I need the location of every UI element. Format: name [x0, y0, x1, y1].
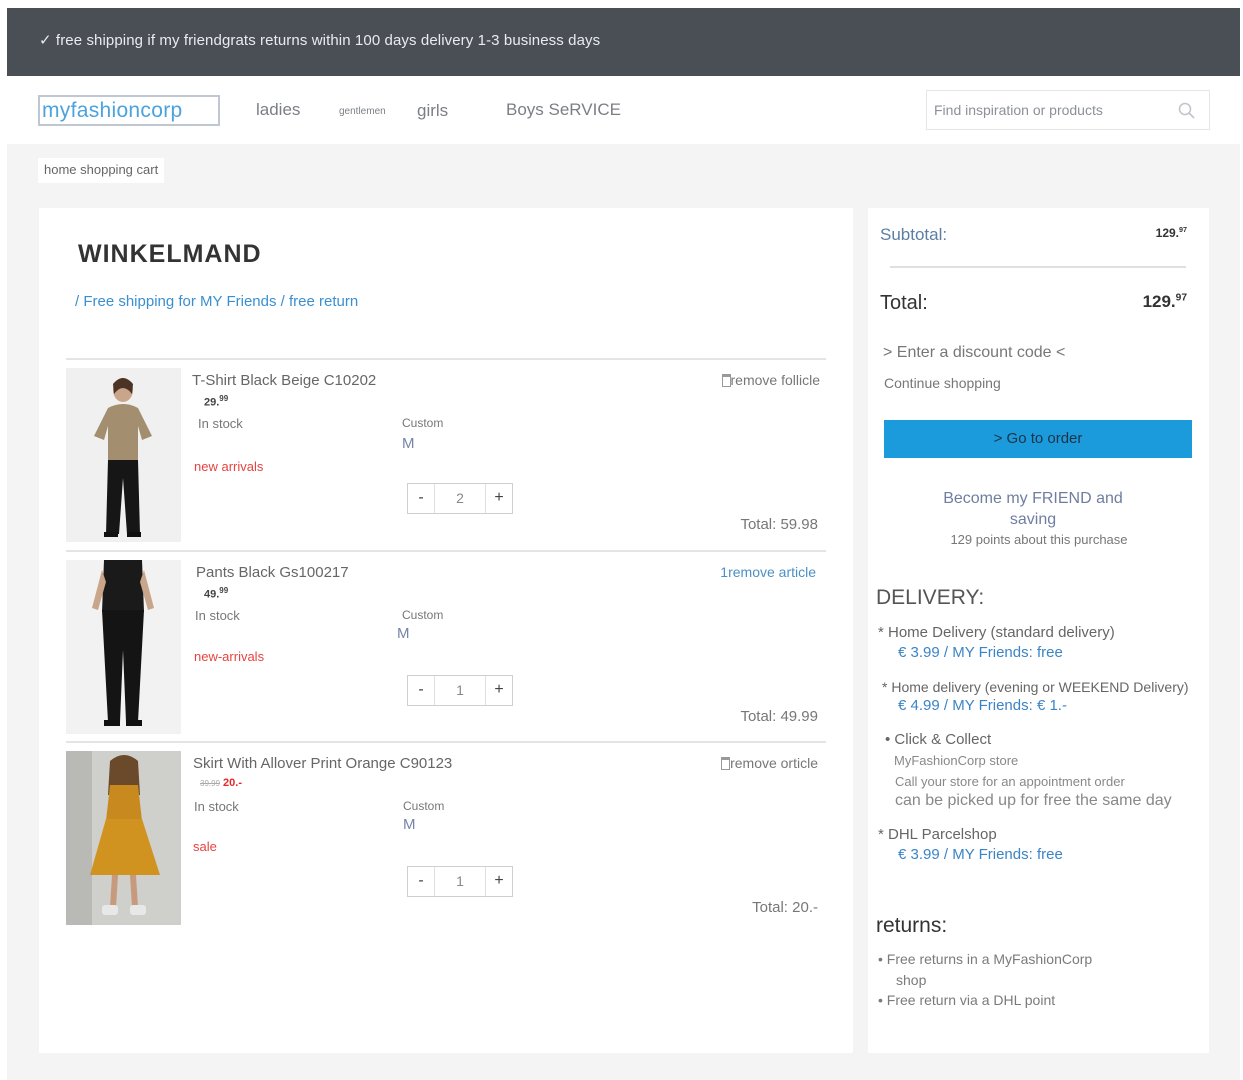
- product-name[interactable]: Skirt With Allover Print Orange C90123: [193, 755, 452, 772]
- page-title: WINKELMAND: [78, 240, 262, 268]
- breadcrumb[interactable]: home shopping cart: [38, 158, 165, 183]
- remove-button[interactable]: remove follicle: [721, 372, 820, 388]
- qty-decrease-button[interactable]: -: [408, 867, 434, 896]
- stock-status: In stock: [198, 416, 243, 431]
- click-collect-store: MyFashionCorp store: [894, 753, 1019, 768]
- logo[interactable]: myfashioncorp: [38, 95, 220, 126]
- qty-increase-button[interactable]: +: [486, 484, 512, 513]
- summary-divider: [890, 266, 1186, 268]
- product-tag: new-arrivals: [194, 649, 265, 664]
- continue-shopping-link[interactable]: Continue shopping: [884, 375, 1001, 391]
- search-icon[interactable]: [1177, 101, 1197, 121]
- remove-label: remove follicle: [730, 372, 820, 388]
- delivery-option-click-collect: • Click & Collect: [885, 731, 992, 748]
- search-placeholder: Find inspiration or products: [934, 102, 1103, 118]
- become-line-2: saving: [1009, 511, 1057, 528]
- qty-increase-button[interactable]: +: [486, 867, 512, 896]
- total-label: Total:: [880, 292, 928, 314]
- nav-item-gentlemen[interactable]: gentlemen: [339, 106, 386, 117]
- size-select[interactable]: M: [402, 435, 415, 452]
- returns-option-dhl: • Free return via a DHL point: [878, 992, 1056, 1008]
- product-tag: new arrivals: [194, 459, 264, 474]
- qty-value[interactable]: 2: [434, 484, 486, 513]
- remove-button[interactable]: remove orticle: [721, 755, 818, 771]
- item-divider: [66, 741, 826, 743]
- become-friend-link[interactable]: Become my FRIEND and saving: [898, 488, 1168, 530]
- delivery-option-home-standard: * Home Delivery (standard delivery): [878, 624, 1115, 641]
- qty-increase-button[interactable]: +: [486, 676, 512, 705]
- search-input[interactable]: Find inspiration or products: [926, 90, 1210, 130]
- delivery-heading: DELIVERY:: [876, 586, 985, 609]
- qty-value[interactable]: 1: [434, 867, 486, 896]
- returns-option-shop: • Free returns in a MyFashionCorp shop: [878, 951, 1093, 988]
- size-select[interactable]: M: [403, 816, 416, 833]
- become-line-1: Become my FRIEND and: [943, 490, 1123, 507]
- product-name[interactable]: T-Shirt Black Beige C10202: [192, 372, 376, 389]
- quantity-stepper: - 1 +: [407, 866, 513, 897]
- delivery-price-home-standard: € 3.99 / MY Friends: free: [898, 644, 1063, 661]
- nav-item-girls[interactable]: girls: [417, 101, 448, 121]
- size-select[interactable]: M: [397, 625, 410, 642]
- size-label: Custom: [402, 416, 444, 430]
- stock-status: In stock: [194, 799, 239, 814]
- product-tag: sale: [193, 839, 217, 854]
- item-divider: [66, 358, 826, 360]
- product-name[interactable]: Pants Black Gs100217: [196, 564, 349, 581]
- line-total: Total: 59.98: [740, 516, 818, 533]
- delivery-option-home-evening: * Home delivery (evening or WEEKEND Deli…: [882, 679, 1189, 695]
- product-image[interactable]: [66, 368, 181, 542]
- qty-value[interactable]: 1: [434, 676, 486, 705]
- stock-status: In stock: [195, 608, 240, 623]
- trash-icon: [721, 374, 731, 387]
- line-total: Total: 49.99: [740, 708, 818, 725]
- discount-code-link[interactable]: > Enter a discount code <: [883, 344, 1065, 362]
- returns-heading: returns:: [876, 914, 948, 937]
- total-value: 129.97: [1142, 292, 1187, 311]
- click-collect-pickup: can be picked up for free the same day: [895, 792, 1172, 809]
- cart-item: Skirt With Allover Print Orange C90123 3…: [66, 741, 826, 933]
- trash-icon: [721, 757, 731, 770]
- size-label: Custom: [402, 608, 444, 622]
- product-price: 49.99: [204, 586, 229, 601]
- product-price: 39.99 20.-: [200, 777, 242, 789]
- line-total: Total: 20.-: [752, 899, 818, 916]
- cart-item: Pants Black Gs100217 49.99 In stock new-…: [66, 550, 826, 742]
- delivery-option-dhl: * DHL Parcelshop: [878, 826, 997, 843]
- total-row: Total: 129.97: [880, 292, 1187, 315]
- nav-item-ladies[interactable]: ladies: [256, 100, 300, 120]
- cart-item: T-Shirt Black Beige C10202 29.99 In stoc…: [66, 358, 826, 550]
- product-image[interactable]: [66, 751, 181, 925]
- points-info: 129 points about this purchase: [950, 532, 1128, 547]
- shipping-note: / Free shipping for MY Friends / free re…: [75, 293, 359, 310]
- nav-item-boys-service[interactable]: Boys SeRVICE: [506, 100, 621, 120]
- qty-decrease-button[interactable]: -: [408, 484, 434, 513]
- delivery-price-dhl: € 3.99 / MY Friends: free: [898, 846, 1063, 863]
- remove-button[interactable]: 1remove article: [720, 564, 816, 580]
- go-to-order-button[interactable]: > Go to order: [884, 420, 1192, 458]
- product-image[interactable]: [66, 560, 181, 734]
- product-price: 29.99: [204, 394, 229, 409]
- item-divider: [66, 550, 826, 552]
- quantity-stepper: - 2 +: [407, 483, 513, 514]
- size-label: Custom: [403, 799, 445, 813]
- subtotal-value: 129.97: [1155, 225, 1187, 240]
- subtotal-label: Subtotal:: [880, 225, 948, 244]
- cart-panel: WINKELMAND / Free shipping for MY Friend…: [39, 208, 853, 1053]
- main-nav: myfashioncorp ladies gentlemen girls Boy…: [7, 76, 1240, 144]
- subtotal-row: Subtotal: 129.97: [880, 225, 1187, 245]
- promo-message: ✓ free shipping if my friendgrats return…: [39, 32, 601, 49]
- order-summary: Subtotal: 129.97 Total: 129.97 > Enter a…: [868, 208, 1209, 1053]
- delivery-price-home-evening: € 4.99 / MY Friends: € 1.-: [898, 697, 1067, 714]
- promo-bar: ✓ free shipping if my friendgrats return…: [7, 8, 1240, 76]
- click-collect-call: Call your store for an appointment order: [895, 774, 1125, 789]
- quantity-stepper: - 1 +: [407, 675, 513, 706]
- remove-label: remove orticle: [730, 755, 818, 771]
- qty-decrease-button[interactable]: -: [408, 676, 434, 705]
